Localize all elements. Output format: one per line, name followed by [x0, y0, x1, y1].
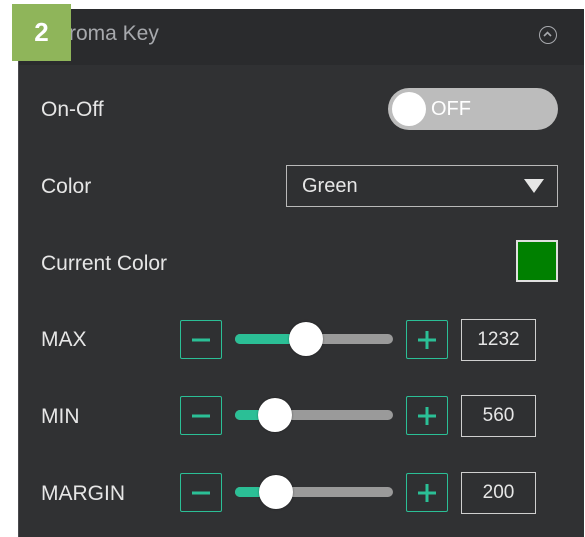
margin-slider[interactable] — [235, 475, 393, 509]
minus-icon — [192, 491, 210, 495]
chroma-key-panel: roma Key On-Off OFF Color Green Current … — [18, 9, 584, 537]
max-value-input[interactable]: 1232 — [461, 319, 536, 361]
chevron-up-circle-icon[interactable] — [539, 26, 557, 44]
toggle-knob — [392, 92, 426, 126]
min-slider-thumb[interactable] — [257, 398, 292, 432]
max-slider[interactable] — [235, 322, 393, 356]
panel-title: roma Key — [69, 22, 159, 45]
margin-value-input[interactable]: 200 — [461, 472, 536, 514]
on-off-toggle[interactable]: OFF — [388, 88, 558, 130]
on-off-label: On-Off — [41, 98, 104, 121]
margin-slider-thumb[interactable] — [259, 475, 294, 509]
plus-icon — [418, 484, 436, 502]
margin-label: MARGIN — [41, 482, 125, 505]
minus-icon — [192, 414, 210, 418]
current-color-swatch — [516, 240, 558, 282]
max-slider-thumb[interactable] — [289, 322, 324, 356]
step-number-badge: 2 — [12, 4, 71, 61]
triangle-down-icon — [524, 179, 544, 193]
margin-increment-button[interactable] — [406, 473, 448, 512]
color-label: Color — [41, 175, 92, 198]
min-decrement-button[interactable] — [180, 396, 222, 435]
max-decrement-button[interactable] — [180, 320, 222, 359]
max-increment-button[interactable] — [406, 320, 448, 359]
margin-decrement-button[interactable] — [180, 473, 222, 512]
color-dropdown[interactable]: Green — [286, 165, 558, 207]
max-label: MAX — [41, 328, 87, 351]
plus-icon — [418, 331, 436, 349]
minus-icon — [192, 338, 210, 342]
current-color-label: Current Color — [41, 252, 168, 275]
min-value-input[interactable]: 560 — [461, 395, 536, 437]
min-increment-button[interactable] — [406, 396, 448, 435]
min-slider[interactable] — [235, 398, 393, 432]
panel-header[interactable]: roma Key — [19, 9, 584, 65]
color-dropdown-value: Green — [302, 175, 358, 197]
min-label: MIN — [41, 405, 80, 428]
toggle-state-text: OFF — [431, 98, 471, 120]
plus-icon — [418, 407, 436, 425]
